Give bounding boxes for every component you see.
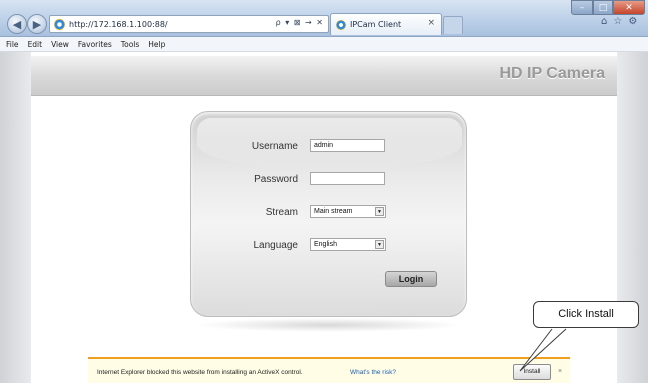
notification-message: Internet Explorer blocked this website f… [97,369,303,376]
password-label: Password [254,174,298,185]
close-icon[interactable]: × [558,368,562,375]
back-button[interactable]: ◀ [7,14,27,34]
password-row: Password [191,172,468,188]
tab-ipcam-client[interactable]: IPCam Client × [330,13,442,35]
menu-view[interactable]: View [51,40,69,49]
browser-titlebar: ◀ ▶ http://172.168.1.100:88/ ρ ▾ ⊠ → ✕ I… [0,0,648,37]
chevron-down-icon[interactable]: ▼ [375,207,384,216]
address-bar[interactable]: http://172.168.1.100:88/ ρ ▾ ⊠ → ✕ [49,15,329,33]
ie-icon [54,18,65,30]
activex-notification-bar: Internet Explorer blocked this website f… [88,357,570,383]
language-select[interactable]: English ▼ [310,238,386,251]
whats-the-risk-link[interactable]: What's the risk? [350,369,396,376]
menu-edit[interactable]: Edit [28,40,43,49]
menu-favorites[interactable]: Favorites [78,40,112,49]
login-button[interactable]: Login [385,271,437,287]
maximize-button[interactable]: □ [593,0,613,15]
menu-bar: File Edit View Favorites Tools Help [0,37,648,52]
language-value: English [314,241,337,248]
panel-reflection [195,318,463,332]
language-label: Language [253,240,299,251]
camera-header: HD IP Camera [31,56,617,96]
stream-select[interactable]: Main stream ▼ [310,205,386,218]
page-title: HD IP Camera [499,65,605,82]
page-content: HD IP Camera Username admin Password Str… [0,52,648,383]
forward-button[interactable]: ▶ [27,14,47,34]
address-tools-icons[interactable]: ρ ▾ ⊠ → ✕ [276,18,324,27]
username-input[interactable]: admin [310,139,385,152]
address-text[interactable]: http://172.168.1.100:88/ [69,20,168,29]
chevron-down-icon[interactable]: ▼ [375,240,384,249]
username-row: Username admin [191,139,468,155]
menu-help[interactable]: Help [148,40,165,49]
stream-row: Stream Main stream ▼ [191,205,468,221]
close-window-button[interactable]: ✕ [613,0,645,15]
password-input[interactable] [310,172,385,185]
gear-icon[interactable]: ⚙ [628,16,637,27]
minimize-button[interactable]: – [571,0,593,15]
page-left-border [0,52,31,383]
stream-label: Stream [265,207,298,218]
language-row: Language English ▼ [191,238,468,254]
callout-click-install: Click Install [533,301,639,328]
toolbar-icons: ⌂ ☆ ⚙ [601,16,637,27]
menu-file[interactable]: File [6,40,19,49]
login-panel: Username admin Password Stream Main stre… [190,111,467,317]
menu-tools[interactable]: Tools [121,40,139,49]
username-label: Username [251,141,298,152]
tab-favicon-icon [336,19,346,30]
install-button[interactable]: Install [513,364,551,380]
tab-close-icon[interactable]: × [427,18,435,28]
tab-title: IPCam Client [350,20,402,29]
stream-value: Main stream [314,208,353,215]
home-icon[interactable]: ⌂ [601,16,607,27]
new-tab-button[interactable] [443,16,463,34]
page-right-border [617,52,648,383]
favorites-star-icon[interactable]: ☆ [613,16,622,27]
